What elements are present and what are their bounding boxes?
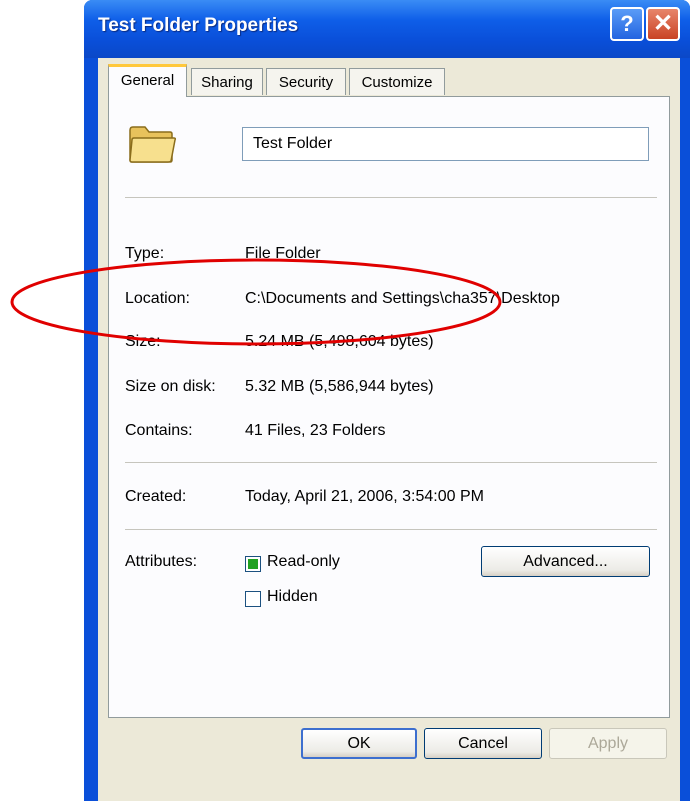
separator (125, 529, 657, 530)
apply-button: Apply (549, 728, 667, 759)
help-button[interactable]: ? (610, 7, 644, 41)
contains-value: 41 Files, 23 Folders (245, 422, 386, 439)
read-only-label[interactable]: Read-only (267, 553, 340, 571)
read-only-checkbox[interactable] (245, 556, 261, 572)
help-icon: ? (620, 11, 634, 36)
dialog-client: General Sharing Security Customize Type:… (98, 58, 680, 801)
cancel-button[interactable]: Cancel (424, 728, 542, 759)
tab-security[interactable]: Security (266, 68, 346, 95)
attributes-label: Attributes: (125, 553, 198, 570)
created-value: Today, April 21, 2006, 3:54:00 PM (245, 488, 484, 505)
advanced-button[interactable]: Advanced... (481, 546, 650, 577)
properties-window: Test Folder Properties ? ✕ General Shari… (84, 0, 690, 801)
size-value: 5.24 MB (5,498,604 bytes) (245, 333, 434, 350)
separator (125, 462, 657, 463)
tab-sharing[interactable]: Sharing (191, 68, 263, 95)
hidden-label[interactable]: Hidden (267, 588, 318, 606)
tab-general[interactable]: General (108, 64, 187, 97)
size-on-disk-value: 5.32 MB (5,586,944 bytes) (245, 378, 434, 395)
type-value: File Folder (245, 245, 321, 262)
ok-button[interactable]: OK (301, 728, 417, 759)
desktop-edge (690, 0, 696, 801)
close-icon: ✕ (652, 10, 674, 37)
folder-name-input[interactable] (242, 127, 649, 161)
hidden-checkbox[interactable] (245, 591, 261, 607)
tab-customize[interactable]: Customize (349, 68, 445, 95)
size-label: Size: (125, 333, 161, 350)
size-on-disk-label: Size on disk: (125, 378, 216, 395)
location-label: Location: (125, 290, 190, 307)
contains-label: Contains: (125, 422, 193, 439)
folder-icon (129, 126, 177, 163)
close-button[interactable]: ✕ (646, 7, 680, 41)
location-value: C:\Documents and Settings\cha357\Desktop (245, 290, 560, 307)
window-title: Test Folder Properties (98, 15, 299, 36)
general-panel: Type: File Folder Location: C:\Documents… (108, 96, 670, 718)
title-bar[interactable]: Test Folder Properties ? ✕ (84, 0, 690, 58)
created-label: Created: (125, 488, 187, 505)
type-label: Type: (125, 245, 165, 262)
separator (125, 197, 657, 198)
